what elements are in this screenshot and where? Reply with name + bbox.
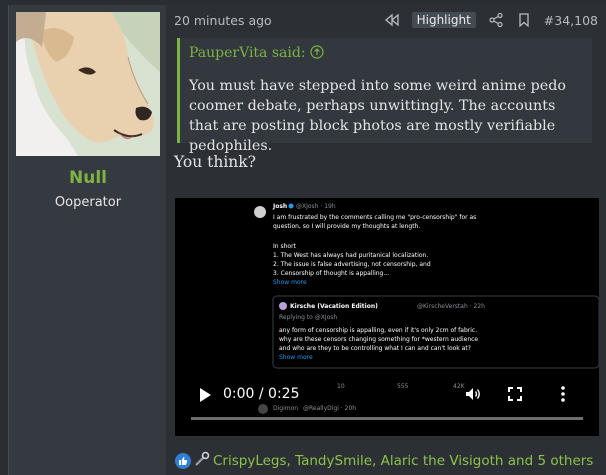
reactions-list[interactable]: CrispyLegs, TandySmile, Alaric the Visig…	[213, 453, 593, 469]
tweet-handle: @XJosh · 19h	[296, 203, 336, 210]
rewind-icon[interactable]	[384, 12, 400, 28]
dog-avatar[interactable]	[16, 12, 160, 156]
share-icon[interactable]	[488, 12, 504, 28]
post-number[interactable]: #34,108	[544, 13, 598, 28]
username[interactable]: Null	[9, 168, 167, 188]
quoted-replying: Replying to @XJosh	[279, 314, 337, 321]
fullscreen-icon[interactable]	[506, 385, 524, 407]
tweet-show-more: Show more	[273, 279, 307, 286]
post-meta: 20 minutes ago Highlight #34,108	[174, 12, 606, 32]
tweet-line: 1. The West has always had puritanical l…	[273, 252, 428, 259]
quote-block: PauperVita said: You must have stepped i…	[177, 38, 592, 154]
volume-icon[interactable]	[464, 385, 482, 407]
tweet-line: I am frustrated by the comments calling …	[273, 214, 476, 221]
quoted-line: any form of censorship is appalling, eve…	[279, 327, 477, 334]
post-body: 20 minutes ago Highlight #34,108 PauperV…	[166, 5, 606, 475]
quoted-show-more: Show more	[279, 354, 313, 361]
quoted-author: Kirsche (Vacation Edition)	[290, 303, 378, 310]
quote-header[interactable]: PauperVita said:	[189, 45, 324, 61]
video-progress-bar[interactable]	[191, 417, 583, 420]
post-timestamp[interactable]: 20 minutes ago	[174, 13, 272, 28]
quote-text: You must have stepped into some weird an…	[189, 78, 566, 154]
quoted-line: why are these censors changing something…	[279, 336, 478, 343]
post-actions: Highlight #34,108	[384, 12, 598, 28]
quote-author[interactable]: PauperVita said:	[189, 45, 306, 61]
user-title: Ooperator	[54, 195, 122, 210]
quoted-line: and who are they to be controlling what …	[279, 345, 471, 352]
tweet-line: 2. The issue is false advertising, not c…	[273, 261, 431, 268]
tweet-line: In short	[273, 243, 297, 250]
bookmark-icon[interactable]	[516, 12, 532, 28]
arrow-up-circle-icon[interactable]	[310, 45, 324, 61]
video-time: 0:00 / 0:25	[223, 386, 300, 402]
quoted-handle: @KirscheVerstah · 22h	[417, 303, 485, 310]
reactions-bar[interactable]: CrispyLegs, TandySmile, Alaric the Visig…	[175, 451, 593, 471]
play-icon[interactable]	[200, 388, 211, 402]
like-icon[interactable]	[175, 453, 191, 469]
more-options-icon[interactable]	[559, 385, 567, 407]
video-controls: 0:00 / 0:25	[175, 374, 599, 436]
ratchet-icon[interactable]	[194, 451, 210, 471]
video-player[interactable]: Josh @XJosh · 19h I am frustrated by the…	[175, 198, 599, 436]
user-panel: Null Ooperator	[8, 5, 167, 475]
tweet-line: question, so I will provide my thoughts …	[273, 223, 420, 230]
highlight-button[interactable]: Highlight	[411, 12, 476, 28]
tweet-author: Josh	[272, 203, 287, 210]
post-message: You think?	[174, 153, 256, 171]
tweet-line: 3. Censorship of thought is appalling...	[273, 270, 389, 277]
